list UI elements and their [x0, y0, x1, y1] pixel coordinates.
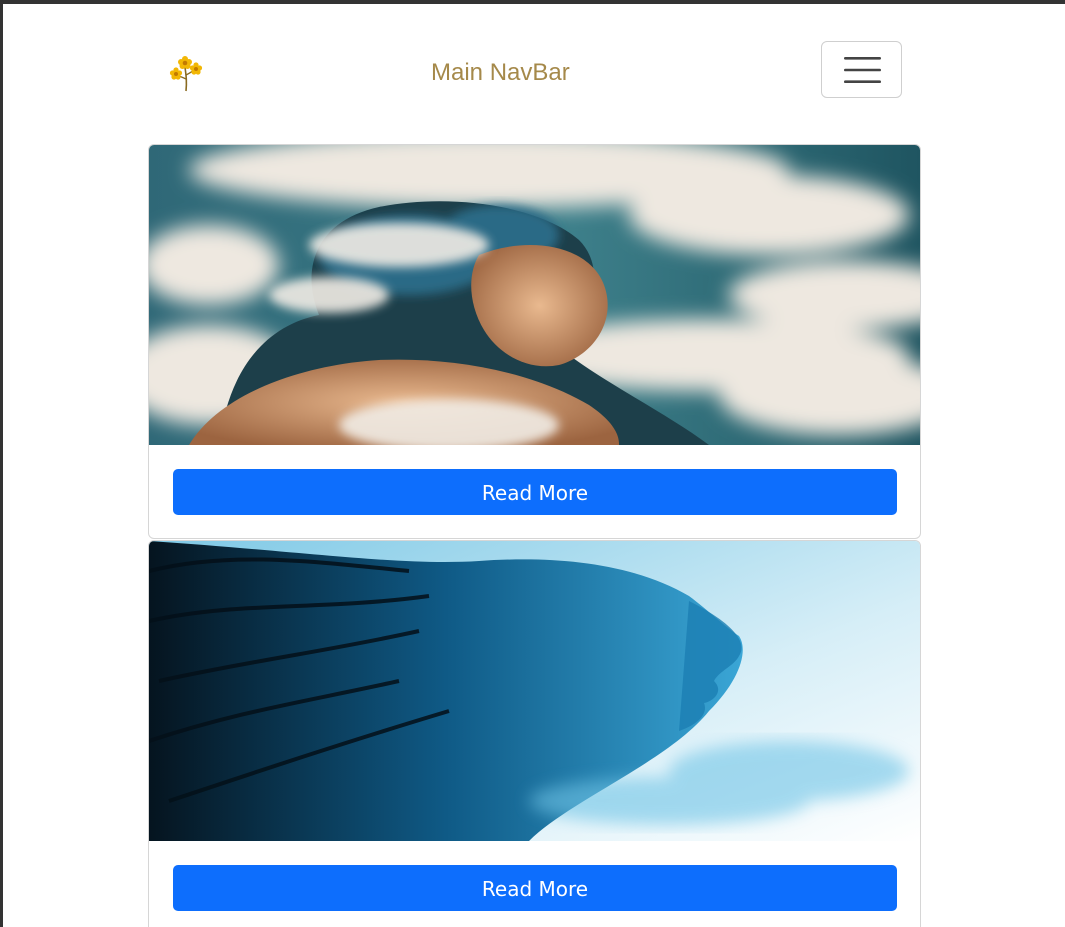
card: Read More	[148, 540, 921, 927]
card: Read More	[148, 144, 921, 539]
main-navbar: Main NavBar	[148, 41, 908, 105]
read-more-button[interactable]: Read More	[173, 469, 897, 515]
cloud-portrait-image	[149, 145, 920, 445]
smoke-portrait-image	[149, 541, 920, 841]
read-more-button[interactable]: Read More	[173, 865, 897, 911]
menu-toggle-button[interactable]	[821, 41, 902, 98]
hamburger-menu-icon	[844, 56, 881, 84]
flower-icon[interactable]	[168, 53, 208, 93]
navbar-title[interactable]: Main NavBar	[431, 59, 570, 87]
